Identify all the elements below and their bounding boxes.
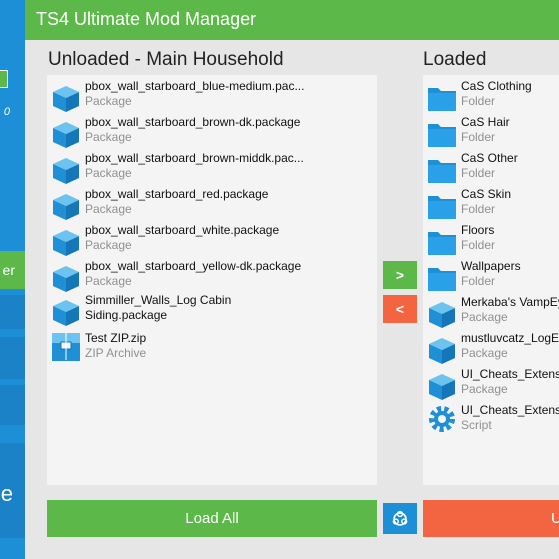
item-type: Package [85, 166, 132, 180]
item-name: UI_Cheats_Extensio [461, 367, 559, 381]
title-bar: TS4 Ultimate Mod Manager [25, 0, 559, 40]
item-name: mustluvcatz_LogEx [461, 331, 559, 345]
list-item[interactable]: Merkaba's VampEy Package [423, 295, 559, 331]
list-item[interactable]: Wallpapers Folder [423, 259, 559, 295]
zip-archive-icon [51, 332, 81, 362]
sidebar-nav-button-label: er [2, 262, 15, 278]
item-name: pbox_wall_starboard_blue-medium.pac... [85, 79, 305, 93]
item-type: Folder [461, 130, 496, 144]
sidebar-nav-button[interactable] [0, 295, 25, 329]
item-name: CaS Hair [461, 115, 510, 129]
item-type: Package [461, 382, 508, 396]
item-name: CaS Skin [461, 187, 512, 201]
app-title: TS4 Ultimate Mod Manager [36, 9, 257, 29]
folder-icon [428, 124, 456, 147]
item-name: Floors [461, 223, 495, 237]
list-item[interactable]: pbox_wall_starboard_red.package Package [47, 187, 377, 223]
item-name: pbox_wall_starboard_brown-middk.pac... [85, 151, 304, 165]
folder-icon [428, 88, 456, 111]
list-item[interactable]: Test ZIP.zip ZIP Archive [47, 331, 377, 367]
package-icon [53, 158, 79, 184]
item-type: Package [85, 202, 132, 216]
unloaded-list[interactable]: pbox_wall_starboard_blue-medium.pac... P… [47, 75, 377, 485]
item-type: Package [85, 130, 132, 144]
item-type: Script [461, 418, 492, 432]
sidebar: 0 er e [0, 0, 25, 559]
move-to-unloaded-button[interactable]: < [383, 295, 417, 323]
item-type: Folder [461, 274, 496, 288]
item-type: Package [85, 274, 132, 288]
folder-icon [428, 160, 456, 183]
sidebar-version-text: 0 [3, 106, 10, 118]
loaded-panel-title: Loaded [423, 49, 487, 70]
package-icon [53, 194, 79, 220]
item-type: Package [85, 94, 132, 108]
list-item[interactable]: pbox_wall_starboard_brown-dk.package Pac… [47, 115, 377, 151]
list-item[interactable]: CaS Clothing Folder [423, 79, 559, 115]
loaded-list[interactable]: CaS Clothing Folder CaS Hair Folder CaS … [423, 75, 559, 485]
package-icon [53, 230, 79, 256]
list-item[interactable]: pbox_wall_starboard_white.package Packag… [47, 223, 377, 259]
package-icon [53, 122, 79, 148]
item-type: Package [461, 346, 508, 360]
item-type: Folder [461, 94, 496, 108]
item-name: pbox_wall_starboard_white.package [85, 223, 280, 237]
list-item[interactable]: UI_Cheats_Extensio Script [423, 403, 559, 439]
package-icon [53, 86, 79, 112]
item-name: Wallpapers [461, 259, 521, 273]
item-name-line2: Siding.package [85, 308, 168, 322]
item-name: Test ZIP.zip [85, 331, 147, 345]
list-item[interactable]: Floors Folder [423, 223, 559, 259]
item-name: CaS Clothing [461, 79, 532, 93]
refresh-button[interactable] [383, 503, 417, 534]
unload-all-label: U [551, 510, 559, 527]
sidebar-nav-button[interactable] [0, 385, 25, 425]
item-name: pbox_wall_starboard_red.package [85, 187, 269, 201]
folder-icon [428, 268, 456, 291]
script-gear-icon [427, 404, 457, 434]
refresh-icon [392, 510, 408, 526]
sidebar-nav-button[interactable] [0, 337, 25, 379]
unload-all-button[interactable]: U [423, 500, 559, 537]
move-to-loaded-button[interactable]: > [383, 261, 417, 289]
item-type: Folder [461, 238, 496, 252]
unloaded-panel-title: Unloaded - Main Household [48, 49, 284, 70]
item-name: Merkaba's VampEy [461, 295, 559, 309]
folder-icon [428, 232, 456, 255]
list-item[interactable]: CaS Skin Folder [423, 187, 559, 223]
item-name: pbox_wall_starboard_brown-dk.package [85, 115, 301, 129]
package-icon [53, 300, 79, 326]
list-item[interactable]: CaS Other Folder [423, 151, 559, 187]
item-type: Package [85, 238, 132, 252]
package-icon [429, 302, 455, 328]
item-type: ZIP Archive [85, 346, 147, 360]
list-item[interactable]: CaS Hair Folder [423, 115, 559, 151]
list-item[interactable]: Simmiller_Walls_Log Cabin Siding.package [47, 293, 377, 329]
item-name: UI_Cheats_Extensio [461, 403, 559, 417]
load-all-label: Load All [185, 510, 239, 527]
sidebar-nav-button-label: e [0, 481, 13, 506]
package-icon [429, 374, 455, 400]
list-item[interactable]: pbox_wall_starboard_yellow-dk.package Pa… [47, 259, 377, 295]
sidebar-nav-button[interactable]: e [0, 443, 25, 538]
list-item[interactable]: pbox_wall_starboard_blue-medium.pac... P… [47, 79, 377, 115]
package-icon [53, 266, 79, 292]
sidebar-status-indicator [0, 70, 8, 88]
item-name: CaS Other [461, 151, 518, 165]
sidebar-nav-button-active[interactable]: er [0, 251, 25, 289]
list-item[interactable]: pbox_wall_starboard_brown-middk.pac... P… [47, 151, 377, 187]
load-all-button[interactable]: Load All [47, 500, 377, 537]
folder-icon [428, 196, 456, 219]
item-name: Simmiller_Walls_Log Cabin [85, 293, 232, 307]
item-type: Package [461, 310, 508, 324]
package-icon [429, 338, 455, 364]
item-name: pbox_wall_starboard_yellow-dk.package [85, 259, 302, 273]
list-item[interactable]: UI_Cheats_Extensio Package [423, 367, 559, 403]
item-type: Folder [461, 166, 496, 180]
item-type: Folder [461, 202, 496, 216]
list-item[interactable]: mustluvcatz_LogEx Package [423, 331, 559, 367]
